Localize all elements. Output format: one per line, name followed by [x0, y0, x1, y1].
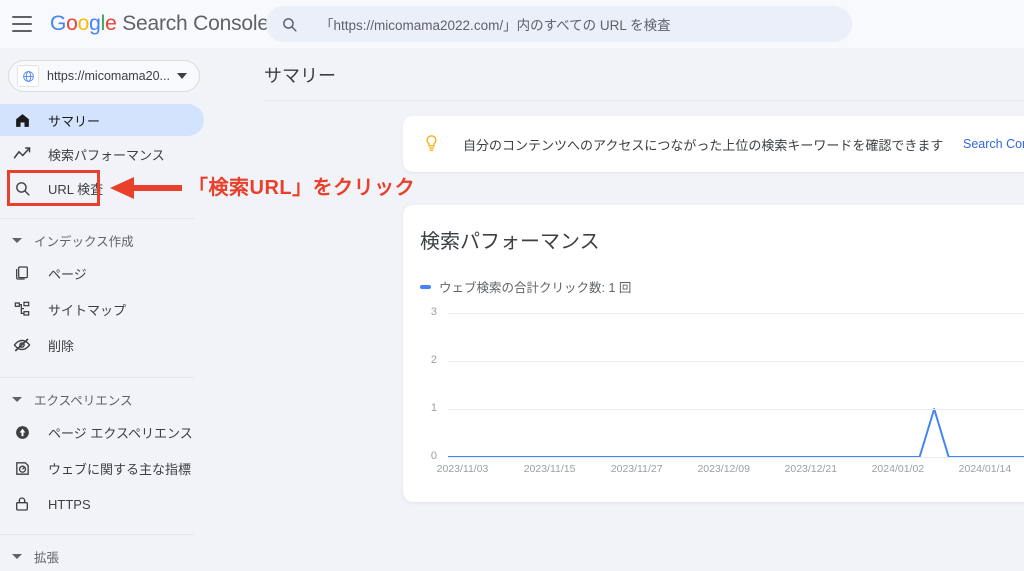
chart-series-line [448, 408, 1024, 458]
chart-x-tick-label: 2023/11/27 [610, 463, 663, 475]
page-title-divider [264, 100, 1024, 101]
chart-x-tick-label: 2023/12/09 [697, 463, 750, 475]
sidebar-section-label: 拡張 [34, 550, 60, 565]
sidebar-item-core-web-vitals[interactable]: ウェブに関する主な指標 [0, 452, 204, 484]
sidebar-item-https[interactable]: HTTPS [0, 488, 204, 520]
pages-icon [12, 263, 32, 283]
insight-banner: 自分のコンテンツへのアクセスにつながった上位の検索キーワードを確認できます Se… [403, 116, 1024, 172]
sidebar-section-label: エクスペリエンス [34, 393, 133, 408]
home-icon [12, 110, 32, 130]
sidebar-nav: サマリー 検索パフォーマンス URL 検査 インデックス作成 ページ サイトマッ… [0, 104, 240, 565]
chevron-down-icon [12, 553, 22, 559]
sidebar-item-label: 削除 [48, 338, 75, 354]
sidebar-item-performance[interactable]: 検索パフォーマンス [0, 138, 204, 170]
search-icon [280, 15, 298, 33]
chevron-down-icon [12, 237, 22, 243]
chart-x-tick-label: 2024/01/02 [871, 463, 925, 475]
sidebar-item-page-experience[interactable]: ページ エクスペリエンス [0, 416, 204, 448]
lock-icon [12, 494, 32, 514]
chart-gridline [448, 457, 1024, 458]
insight-banner-text: 自分のコンテンツへのアクセスにつながった上位の検索キーワードを確認できます [463, 137, 944, 153]
sidebar-divider [0, 377, 194, 378]
sidebar-item-label: ページ エクスペリエンス [48, 425, 193, 441]
sidebar-item-sitemaps[interactable]: サイトマップ [0, 293, 204, 325]
brand-product-label: Search Console [122, 12, 269, 35]
lightbulb-icon [421, 133, 441, 155]
hamburger-menu-icon[interactable] [12, 16, 32, 32]
chart-gridline [448, 409, 1024, 410]
chevron-down-icon [12, 396, 22, 402]
chart-y-tick-label: 0 [430, 450, 437, 462]
sidebar-item-label: ウェブに関する主な指標 [48, 461, 192, 477]
insight-banner-link[interactable]: Search Cons [963, 137, 1024, 151]
search-icon [12, 178, 32, 198]
sidebar-item-url-inspection[interactable]: URL 検査 [0, 172, 204, 204]
legend-label-clicks: ウェブ検索の合計クリック数: 1 回 [439, 281, 632, 295]
property-selector-label: https://micomama20... [47, 69, 170, 83]
search-performance-card: 検索パフォーマンス ウェブ検索の合計クリック数: 1 回 0 1 2 3 2023/1… [403, 205, 1024, 502]
sidebar-divider [0, 534, 194, 535]
sitemap-icon [12, 299, 32, 319]
chart-x-tick-label: 2023/12/21 [784, 463, 838, 475]
sidebar-item-summary[interactable]: サマリー [0, 104, 204, 136]
sidebar-item-label: サイトマップ [48, 302, 127, 318]
url-inspection-search-bar[interactable]: 「https://micomama2022.com/」内のすべての URL を検… [266, 6, 852, 42]
chart-x-tick-label: 2023/11/15 [523, 463, 576, 475]
chart-plot-area: 0 1 2 3 [403, 305, 1024, 465]
chart-x-axis: 2023/11/03 2023/11/15 2023/11/27 2023/12/09… [403, 463, 1024, 483]
sidebar-section-indexing[interactable]: インデックス作成 [0, 225, 240, 255]
chart-legend[interactable]: ウェブ検索の合計クリック数: 1 回 [420, 277, 631, 296]
sidebar-section-enhancements[interactable]: 拡張 [0, 541, 240, 571]
sidebar-item-removals[interactable]: 削除 [0, 329, 204, 361]
brand-logo: Google Search Console [50, 12, 269, 35]
sidebar-item-pages[interactable]: ページ [0, 257, 204, 289]
speedometer-icon [12, 458, 32, 478]
chart-x-tick-label: 2024/01/14 [958, 463, 1012, 475]
page-title: サマリー [264, 66, 336, 86]
sidebar-section-label: インデックス作成 [34, 234, 134, 249]
sidebar-item-label: HTTPS [48, 496, 91, 512]
sidebar-item-label: サマリー [48, 113, 101, 129]
search-console-app: Google Search Console 「https://micomama2… [0, 0, 1024, 565]
eye-off-icon [12, 335, 32, 355]
sidebar-item-label: 検索パフォーマンス [48, 147, 165, 163]
page-experience-icon [12, 422, 32, 442]
legend-swatch-clicks [420, 284, 431, 289]
chart-gridline [448, 313, 1024, 314]
globe-icon [17, 65, 39, 87]
property-selector[interactable]: https://micomama20... [8, 60, 200, 92]
chart-x-tick-label: 2023/11/03 [436, 463, 489, 475]
chevron-down-icon [177, 73, 187, 79]
chart-y-tick-label: 2 [430, 354, 437, 366]
sidebar-divider [0, 218, 194, 219]
chart-gridline [448, 361, 1024, 362]
sidebar-item-label: ページ [48, 266, 87, 282]
chart-title: 検索パフォーマンス [420, 231, 600, 253]
chart-y-tick-label: 1 [430, 402, 437, 414]
trending-up-icon [12, 144, 32, 164]
search-input-placeholder[interactable]: 「https://micomama2022.com/」内のすべての URL を検… [320, 14, 671, 34]
sidebar-item-label: URL 検査 [48, 181, 104, 197]
sidebar-section-experience[interactable]: エクスペリエンス [0, 384, 240, 414]
chart-y-tick-label: 3 [430, 306, 437, 318]
